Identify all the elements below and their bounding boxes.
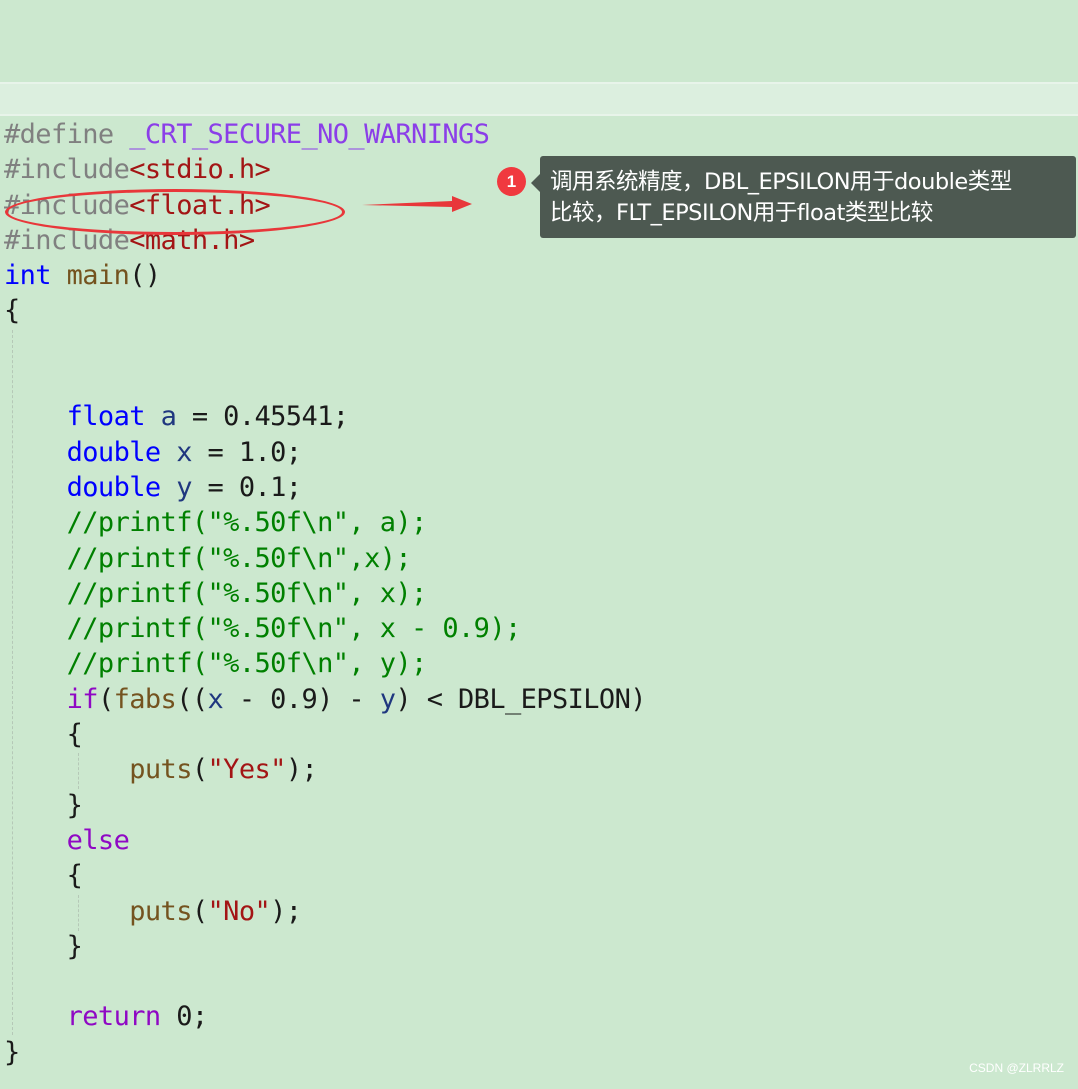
code-line: double x = 1.0; xyxy=(4,435,646,470)
code-token: ( xyxy=(191,754,208,786)
code-token: if xyxy=(66,683,99,715)
code-token: { xyxy=(4,295,20,327)
code-token: double xyxy=(66,436,162,468)
code-token: ); xyxy=(285,754,318,786)
code-line: int main() xyxy=(4,258,646,293)
code-token: fabs xyxy=(113,683,177,715)
code-token: - 0.9) - xyxy=(223,683,380,715)
code-token: = 0.1; xyxy=(191,471,303,503)
code-line: { xyxy=(4,717,646,752)
indent-guide xyxy=(78,753,79,789)
code-line: float a = 0.45541; xyxy=(4,399,646,434)
code-token: //printf("%.50f\n", y); xyxy=(66,648,428,680)
code-token: = 0.45541; xyxy=(176,401,349,433)
code-token: double xyxy=(66,471,162,503)
code-line: double y = 0.1; xyxy=(4,470,646,505)
code-line: //printf("%.50f\n",x); xyxy=(4,541,646,576)
code-token: else xyxy=(66,824,130,856)
code-line: puts("Yes"); xyxy=(4,752,646,787)
highlight-ellipse xyxy=(5,189,345,235)
code-token: #define xyxy=(4,119,130,150)
code-token: "Yes" xyxy=(207,754,287,786)
code-line: { xyxy=(4,293,646,328)
code-line: //printf("%.50f\n", x); xyxy=(4,576,646,611)
code-token: ) < DBL_EPSILON) xyxy=(395,683,646,715)
code-token: float xyxy=(66,401,146,433)
code-editor[interactable]: #define _CRT_SECURE_NO_WARNINGS #include<… xyxy=(4,117,647,1070)
code-line: else xyxy=(4,823,646,858)
code-line: } xyxy=(4,1035,646,1070)
indent-guide xyxy=(12,330,13,1035)
editor-top-strip xyxy=(0,82,1078,116)
code-token: "No" xyxy=(207,895,271,927)
code-token: //printf("%.50f\n", x - 0.9); xyxy=(66,613,522,645)
code-line: return 0; xyxy=(4,999,646,1034)
code-token: (( xyxy=(176,683,208,715)
code-line: } xyxy=(4,929,646,964)
code-token: ); xyxy=(270,895,302,927)
code-token: { xyxy=(4,860,83,892)
code-token: { xyxy=(4,719,83,751)
code-token: puts xyxy=(129,754,192,786)
code-token: () xyxy=(129,260,161,292)
code-token: x xyxy=(176,436,192,468)
code-token: x xyxy=(207,683,224,715)
code-line: //printf("%.50f\n", a); xyxy=(4,505,646,540)
indent-guide xyxy=(78,895,79,931)
annotation-tooltip: 调用系统精度，DBL_EPSILON用于double类型 比较，FLT_EPSI… xyxy=(531,156,1076,238)
code-token: <stdio.h> xyxy=(129,154,271,186)
code-token: ( xyxy=(97,683,114,715)
annotation-badge: 1 xyxy=(497,167,526,196)
code-line: { xyxy=(4,858,646,893)
code-token: //printf("%.50f\n", a); xyxy=(66,507,428,539)
tooltip-line-1: 调用系统精度，DBL_EPSILON用于double类型 xyxy=(550,169,1012,195)
code-line: //printf("%.50f\n", y); xyxy=(4,646,646,681)
code-token: //printf("%.50f\n",x); xyxy=(66,542,412,574)
code-line: } xyxy=(4,788,646,823)
code-token: ( xyxy=(191,895,208,927)
code-line: //printf("%.50f\n", x - 0.9); xyxy=(4,611,646,646)
code-token: main xyxy=(66,260,130,292)
code-line: puts("No"); xyxy=(4,894,646,929)
arrow-icon xyxy=(362,196,472,212)
tooltip-line-2: 比较，FLT_EPSILON用于float类型比较 xyxy=(550,200,933,226)
code-token: y xyxy=(379,683,396,715)
code-token: } xyxy=(4,789,83,821)
code-token: puts xyxy=(129,895,192,927)
code-line: #define _CRT_SECURE_NO_WARNINGS xyxy=(4,117,646,152)
code-token: a xyxy=(160,401,177,433)
code-token: //printf("%.50f\n", x); xyxy=(66,577,428,609)
code-token: } xyxy=(4,930,83,962)
code-token: y xyxy=(176,471,192,503)
code-token: return xyxy=(66,1001,162,1033)
code-line: if(fabs((x - 0.9) - y) < DBL_EPSILON) xyxy=(4,682,647,717)
code-token: = 1.0; xyxy=(191,436,303,468)
watermark: CSDN @ZLRRLZ xyxy=(969,1061,1064,1075)
code-token: int xyxy=(4,260,52,292)
code-token: 0; xyxy=(160,1001,208,1033)
code-token: } xyxy=(4,1036,20,1068)
code-token: _CRT_SECURE_NO_WARNINGS xyxy=(129,119,490,150)
code-token: #include xyxy=(4,154,130,186)
